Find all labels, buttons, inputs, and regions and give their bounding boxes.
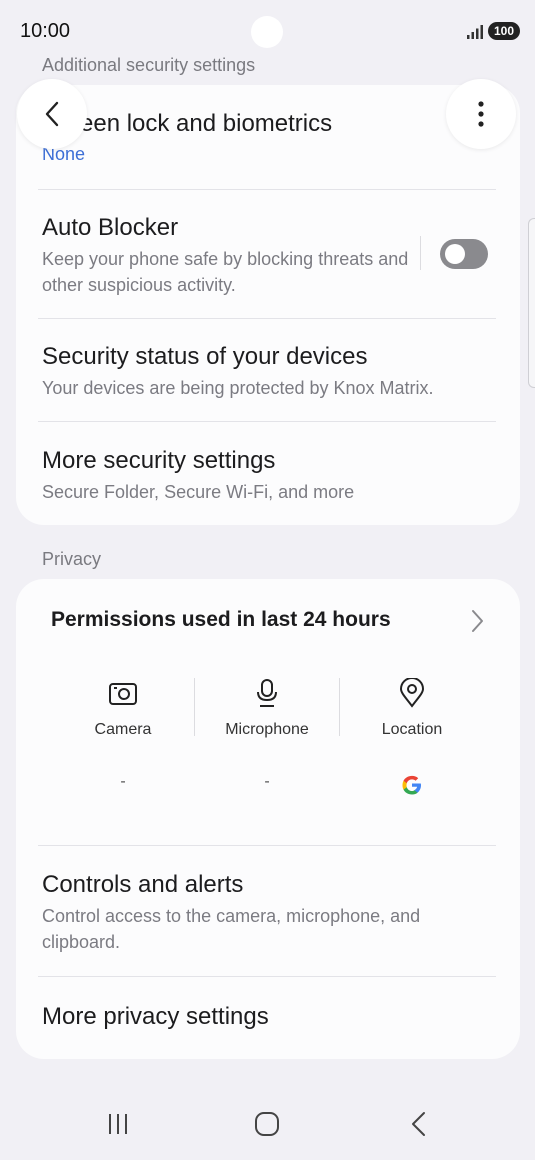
more-options-button[interactable] [446,79,516,149]
permission-label: Location [381,721,443,738]
security-status-title: Security status of your devices [42,343,368,370]
status-bar: 10:00 100 [0,0,535,60]
navigation-bar [0,1085,535,1160]
google-g-icon [402,775,421,795]
microphone-icon [257,679,277,707]
more-security-item[interactable]: More security settings Secure Folder, Se… [42,447,496,505]
divider [38,845,496,846]
permission-label: Camera [94,721,152,738]
screen-lock-value: None [42,144,86,164]
divider [38,421,496,422]
controls-alerts-title: Controls and alerts [42,871,244,898]
camera-icon [109,683,137,705]
divider [38,189,496,190]
back-icon [412,1112,425,1136]
divider [38,976,496,977]
location-pin-icon [399,677,425,708]
security-status-subtitle: Your devices are being protected by Knox… [42,378,434,398]
more-privacy-item[interactable]: More privacy settings [42,1003,496,1031]
screen-lock-item[interactable]: een lock and biometrics None [42,110,496,165]
more-security-subtitle: Secure Folder, Secure Wi-Fi, and more [42,482,355,502]
auto-blocker-subtitle: Keep your phone safe by blocking threats… [42,249,409,295]
toggle-separator [420,236,421,270]
home-button[interactable] [247,1107,287,1141]
chevron-right-icon [472,610,483,632]
divider [38,318,496,319]
permission-label: Microphone [225,721,309,738]
auto-blocker-toggle[interactable] [440,239,488,269]
nav-back-button[interactable] [398,1107,438,1141]
permission-value: - [264,773,270,790]
chevron-left-icon [45,101,59,127]
back-button[interactable] [17,79,87,149]
camera-cutout [251,16,283,48]
controls-alerts-item[interactable]: Controls and alerts Control access to th… [42,871,496,955]
permissions-header[interactable]: Permissions used in last 24 hours [16,579,520,664]
security-status-item[interactable]: Security status of your devices Your dev… [42,343,496,401]
toggle-knob [445,244,465,264]
scrollbar[interactable] [528,218,535,388]
status-time: 10:00 [20,20,71,42]
recent-apps-icon [109,1114,127,1134]
auto-blocker-item[interactable]: Auto Blocker Keep your phone safe by blo… [42,214,410,298]
screen-lock-title: een lock and biometrics [80,110,333,137]
security-card: een lock and biometrics None Auto Blocke… [16,85,520,525]
permissions-title: Permissions used in last 24 hours [51,608,391,631]
permission-camera[interactable]: Camera - [51,678,195,797]
battery-icon: 100 [488,22,520,40]
section-label-security: Additional security settings [42,55,256,75]
battery-level: 100 [493,24,515,38]
more-privacy-title: More privacy settings [42,1003,269,1030]
controls-alerts-subtitle: Control access to the camera, microphone… [42,906,421,952]
auto-blocker-title: Auto Blocker [42,214,179,241]
home-icon [255,1112,279,1136]
more-vertical-icon [478,101,484,127]
privacy-card: Permissions used in last 24 hours Contro… [16,579,520,1059]
permission-location[interactable]: Location [340,677,484,797]
section-label-privacy: Privacy [42,549,102,569]
permission-value [340,773,484,797]
more-security-title: More security settings [42,447,276,474]
recent-apps-button[interactable] [98,1107,138,1141]
permission-microphone[interactable]: Microphone - [195,678,339,797]
permission-value: - [120,773,126,790]
signal-icon [467,25,483,39]
